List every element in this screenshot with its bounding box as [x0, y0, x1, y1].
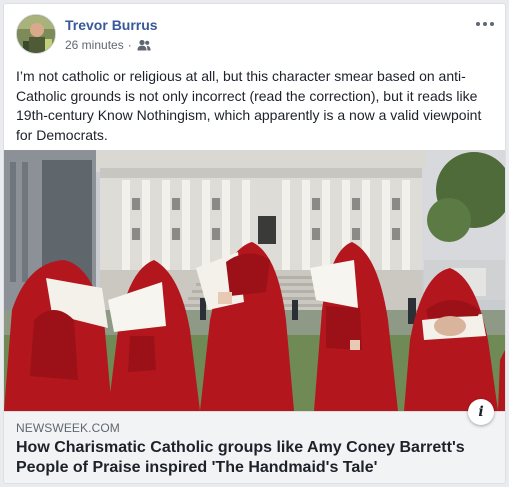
friends-icon[interactable] — [137, 39, 151, 51]
post-header: Trevor Burrus 26 minutes · — [16, 14, 496, 58]
info-button[interactable]: i — [468, 399, 494, 425]
link-preview-image[interactable] — [4, 150, 505, 411]
post-timestamp[interactable]: 26 minutes — [65, 38, 124, 52]
handmaids-protest-photo — [4, 150, 505, 411]
author-name[interactable]: Trevor Burrus — [65, 17, 158, 33]
more-options-icon[interactable] — [474, 16, 496, 32]
post-card: Trevor Burrus 26 minutes · I’m not catho… — [3, 3, 506, 484]
info-icon: i — [478, 404, 484, 420]
link-preview-footer[interactable]: i NEWSWEEK.COM How Charismatic Catholic … — [4, 399, 505, 483]
meta-separator: · — [127, 38, 132, 52]
post-meta: 26 minutes · — [65, 38, 151, 52]
author-avatar[interactable] — [16, 14, 56, 54]
link-domain: NEWSWEEK.COM — [16, 421, 120, 435]
link-headline[interactable]: How Charismatic Catholic groups like Amy… — [16, 438, 486, 478]
avatar-image — [17, 15, 55, 53]
post-text: I’m not catholic or religious at all, bu… — [16, 68, 482, 143]
